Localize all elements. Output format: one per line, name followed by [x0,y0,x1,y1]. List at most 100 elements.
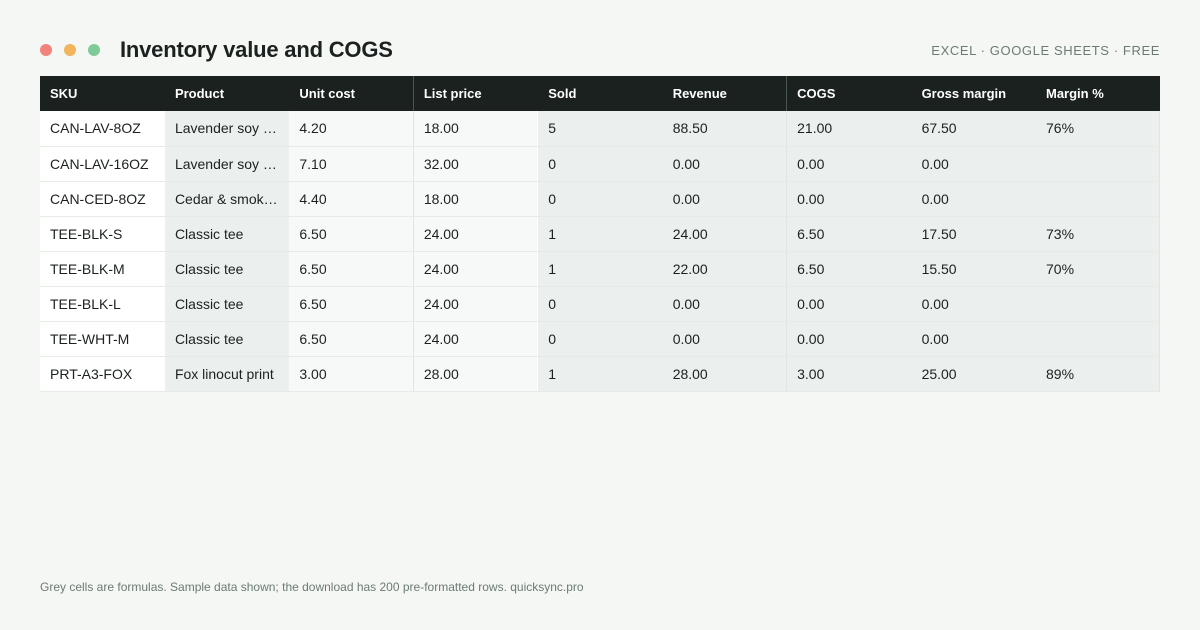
cell-cogs[interactable]: 6.50 [786,251,912,287]
table-row: TEE-BLK-S Classic tee 6.50 24.00 1 24.00 6.50 1… [40,216,1161,252]
cell-sku[interactable]: TEE-BLK-L [40,286,165,322]
cell-sold[interactable]: 5 [537,111,663,147]
cell-unit-cost[interactable]: 6.50 [288,321,414,357]
column-header-list-price[interactable]: List price [413,76,539,111]
cell-margin-pct[interactable] [1035,286,1161,322]
cell-product[interactable]: Fox linocut print [164,356,290,392]
cell-revenue[interactable]: 0.00 [662,181,788,217]
cell-unit-cost[interactable]: 4.40 [288,181,414,217]
format-badge: EXCEL · GOOGLE SHEETS · FREE [931,42,1160,58]
cell-gross-margin[interactable]: 0.00 [911,321,1037,357]
cell-gross-margin[interactable]: 17.50 [911,216,1037,252]
cell-cogs[interactable]: 3.00 [786,356,912,392]
cell-gross-margin[interactable]: 0.00 [911,286,1037,322]
cell-list-price[interactable]: 24.00 [413,216,539,252]
page-title: Inventory value and COGS [120,37,393,62]
table-row: CAN-LAV-16OZLavender soy candle 16oz7.10… [40,146,1161,182]
cell-sold[interactable]: 0 [537,181,663,217]
header-row: SKU Product Unit cost List price Sold Re… [40,76,1161,111]
cell-sku[interactable]: CAN-LAV-16OZ [40,146,165,182]
window-controls [40,44,100,56]
cell-unit-cost[interactable]: 4.20 [288,111,414,147]
column-header-gross-margin[interactable]: Gross margin [911,76,1037,111]
table-row: CAN-CED-8OZCedar & smoke candle 8oz4.401… [40,181,1161,217]
table-row: TEE-BLK-L Classic tee 6.50 24.00 0 0.00 0.00 0.… [40,286,1161,322]
cell-sku[interactable]: CAN-LAV-8OZ [40,111,165,147]
cell-cogs[interactable]: 0.00 [786,181,912,217]
cell-list-price[interactable]: 24.00 [413,251,539,287]
cell-revenue[interactable]: 22.00 [662,251,788,287]
cell-product[interactable]: Cedar & smoke candle 8oz [164,181,290,217]
cell-product[interactable]: Classic tee [164,216,290,252]
cell-cogs[interactable]: 0.00 [786,286,912,322]
close-dot-icon[interactable] [40,44,52,56]
cell-cogs[interactable]: 0.00 [786,146,912,182]
cell-gross-margin[interactable]: 0.00 [911,146,1037,182]
cell-margin-pct[interactable] [1035,146,1161,182]
cell-unit-cost[interactable]: 3.00 [288,356,414,392]
table-row: TEE-BLK-M Classic tee 6.50 24.00 1 22.00 6.50 1… [40,251,1161,287]
table-row: PRT-A3-FOX Fox linocut print 3.00 28.00 1 28.… [40,356,1161,392]
cell-product[interactable]: Classic tee [164,321,290,357]
cell-sku[interactable]: PRT-A3-FOX [40,356,165,392]
cell-sold[interactable]: 1 [537,251,663,287]
table-row: CAN-LAV-8OZLavender soy candle 8oz4.2018… [40,111,1161,147]
cell-list-price[interactable]: 24.00 [413,321,539,357]
cell-unit-cost[interactable]: 6.50 [288,251,414,287]
cell-revenue[interactable]: 0.00 [662,146,788,182]
column-header-unit-cost[interactable]: Unit cost [288,76,414,111]
cell-gross-margin[interactable]: 15.50 [911,251,1037,287]
cell-product[interactable]: Classic tee [164,286,290,322]
cell-product[interactable]: Lavender soy candle 16oz [164,146,290,182]
cell-sold[interactable]: 1 [537,216,663,252]
header: Inventory value and COGS EXCEL · GOOGLE … [40,36,1160,64]
cell-cogs[interactable]: 21.00 [786,111,912,147]
column-header-product[interactable]: Product [164,76,290,111]
cell-sold[interactable]: 0 [537,286,663,322]
table-body: CAN-LAV-8OZLavender soy candle 8oz4.2018… [40,111,1161,392]
cell-revenue[interactable]: 24.00 [662,216,788,252]
column-header-sold[interactable]: Sold [537,76,663,111]
cell-list-price[interactable]: 18.00 [413,111,539,147]
column-header-cogs[interactable]: COGS [786,76,912,111]
cell-sold[interactable]: 0 [537,146,663,182]
cell-gross-margin[interactable]: 25.00 [911,356,1037,392]
cell-margin-pct[interactable] [1035,181,1161,217]
cell-list-price[interactable]: 28.00 [413,356,539,392]
cell-list-price[interactable]: 18.00 [413,181,539,217]
cell-sku[interactable]: TEE-BLK-S [40,216,165,252]
cell-cogs[interactable]: 6.50 [786,216,912,252]
cell-revenue[interactable]: 88.50 [662,111,788,147]
minimize-dot-icon[interactable] [64,44,76,56]
footer-note: Grey cells are formulas. Sample data sho… [40,580,584,594]
cell-margin-pct[interactable] [1035,321,1161,357]
cell-gross-margin[interactable]: 0.00 [911,181,1037,217]
inventory-table: SKU Product Unit cost List price Sold Re… [40,76,1161,392]
column-header-revenue[interactable]: Revenue [662,76,788,111]
cell-unit-cost[interactable]: 6.50 [288,286,414,322]
cell-product[interactable]: Lavender soy candle 8oz [164,111,290,147]
column-header-margin-pct[interactable]: Margin % [1035,76,1161,111]
cell-margin-pct[interactable]: 70% [1035,251,1161,287]
cell-sold[interactable]: 0 [537,321,663,357]
cell-sku[interactable]: TEE-WHT-M [40,321,165,357]
maximize-dot-icon[interactable] [88,44,100,56]
cell-cogs[interactable]: 0.00 [786,321,912,357]
cell-sku[interactable]: TEE-BLK-M [40,251,165,287]
column-header-sku[interactable]: SKU [40,76,165,111]
cell-list-price[interactable]: 32.00 [413,146,539,182]
cell-gross-margin[interactable]: 67.50 [911,111,1037,147]
cell-list-price[interactable]: 24.00 [413,286,539,322]
cell-sku[interactable]: CAN-CED-8OZ [40,181,165,217]
cell-unit-cost[interactable]: 7.10 [288,146,414,182]
cell-margin-pct[interactable]: 89% [1035,356,1161,392]
cell-margin-pct[interactable]: 76% [1035,111,1161,147]
cell-sold[interactable]: 1 [537,356,663,392]
cell-margin-pct[interactable]: 73% [1035,216,1161,252]
cell-revenue[interactable]: 0.00 [662,286,788,322]
cell-revenue[interactable]: 0.00 [662,321,788,357]
cell-revenue[interactable]: 28.00 [662,356,788,392]
cell-unit-cost[interactable]: 6.50 [288,216,414,252]
cell-product[interactable]: Classic tee [164,251,290,287]
table-row: TEE-WHT-M Classic tee 6.50 24.00 0 0.00 0.00 0.… [40,321,1161,357]
